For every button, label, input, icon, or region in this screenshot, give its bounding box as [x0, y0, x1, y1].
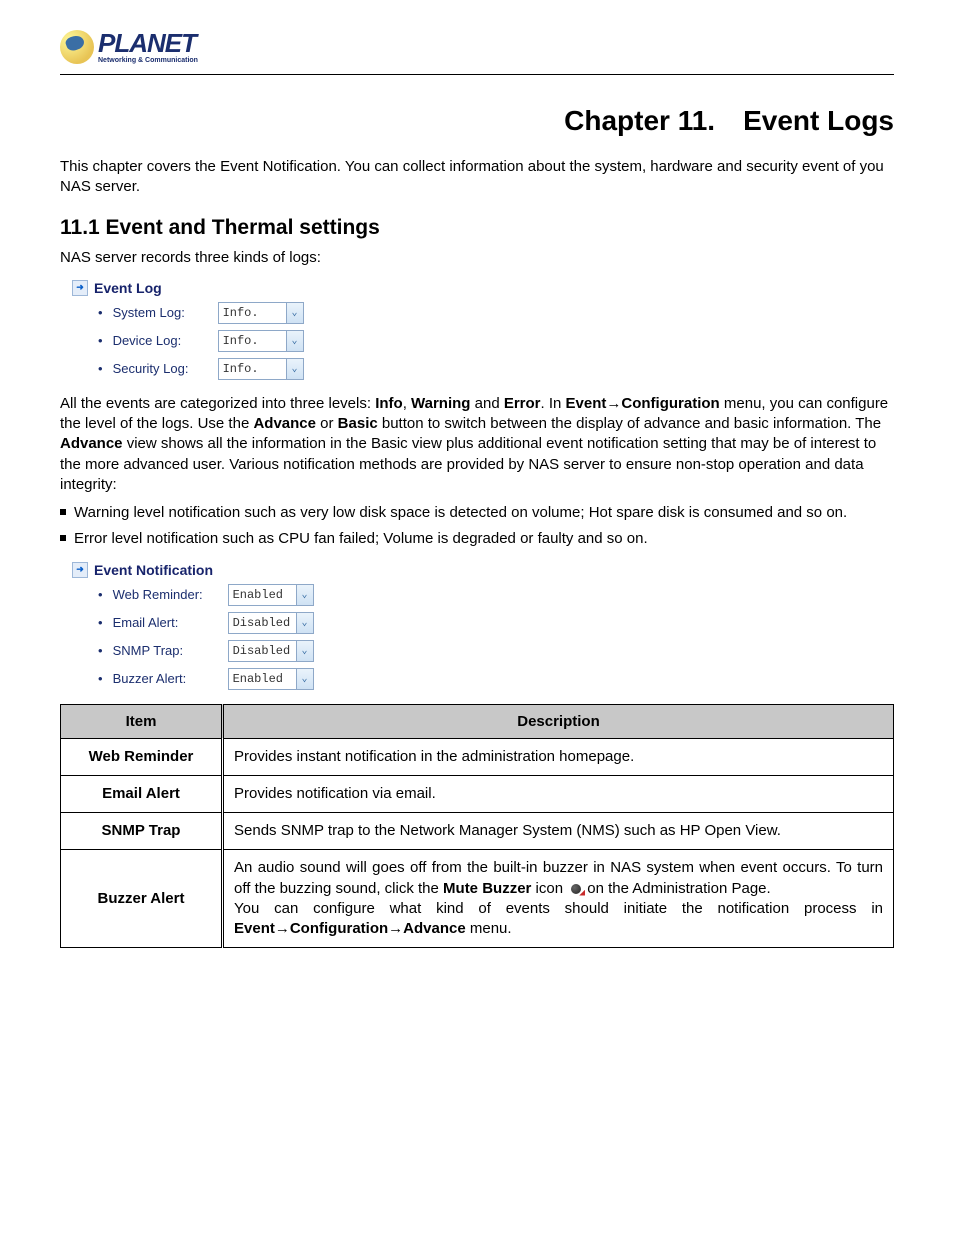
event-log-title-text: Event Log: [94, 280, 162, 296]
logo-globe-icon: [60, 30, 94, 64]
web-reminder-select[interactable]: Enabled ⌄: [228, 584, 314, 606]
levels-paragraph: All the events are categorized into thre…: [60, 394, 894, 495]
cell-item: Web Reminder: [61, 738, 223, 775]
system-log-label: System Log:: [113, 305, 218, 320]
system-log-value: Info.: [219, 306, 286, 320]
bullet-warning: Warning level notification such as very …: [60, 503, 894, 523]
logo: PLANET Networking & Communication: [60, 30, 894, 64]
system-log-select[interactable]: Info. ⌄: [218, 302, 304, 324]
web-reminder-value: Enabled: [229, 588, 296, 602]
arrow-box-icon: ➜: [72, 562, 88, 578]
bullet-error: Error level notification such as CPU fan…: [60, 529, 894, 549]
email-alert-row: Email Alert: Disabled ⌄: [112, 612, 352, 634]
device-log-label: Device Log:: [113, 333, 218, 348]
cell-desc: Sends SNMP trap to the Network Manager S…: [223, 813, 894, 850]
event-notification-title-text: Event Notification: [94, 562, 213, 578]
device-log-value: Info.: [219, 334, 286, 348]
intro-paragraph: This chapter covers the Event Notificati…: [60, 157, 894, 198]
buzzer-alert-row: Buzzer Alert: Enabled ⌄: [112, 668, 352, 690]
security-log-select[interactable]: Info. ⌄: [218, 358, 304, 380]
cell-desc: Provides instant notification in the adm…: [223, 738, 894, 775]
email-alert-select[interactable]: Disabled ⌄: [228, 612, 314, 634]
email-alert-value: Disabled: [229, 616, 296, 630]
chapter-name: Event Logs: [743, 105, 894, 136]
page-header: PLANET Networking & Communication: [60, 30, 894, 75]
chevron-down-icon: ⌄: [286, 359, 303, 379]
chevron-down-icon: ⌄: [296, 641, 313, 661]
buzzer-alert-label: Buzzer Alert:: [113, 671, 228, 686]
th-description: Description: [223, 704, 894, 738]
mute-buzzer-icon: [569, 882, 585, 896]
description-table: Item Description Web Reminder Provides i…: [60, 704, 894, 949]
table-row: Email Alert Provides notification via em…: [61, 775, 894, 812]
web-reminder-row: Web Reminder: Enabled ⌄: [112, 584, 352, 606]
chevron-down-icon: ⌄: [286, 303, 303, 323]
snmp-trap-value: Disabled: [229, 644, 296, 658]
web-reminder-label: Web Reminder:: [113, 587, 228, 602]
buzzer-alert-value: Enabled: [229, 672, 296, 686]
device-log-select[interactable]: Info. ⌄: [218, 330, 304, 352]
arrow-box-icon: ➜: [72, 280, 88, 296]
event-log-panel: ➜ Event Log System Log: Info. ⌄ Device L…: [72, 280, 332, 380]
table-row: SNMP Trap Sends SNMP trap to the Network…: [61, 813, 894, 850]
chapter-title: Chapter 11. Event Logs: [60, 105, 894, 137]
table-row: Web Reminder Provides instant notificati…: [61, 738, 894, 775]
device-log-row: Device Log: Info. ⌄: [112, 330, 332, 352]
cell-desc-buzzer: An audio sound will goes off from the bu…: [223, 850, 894, 948]
chevron-down-icon: ⌄: [296, 669, 313, 689]
th-item: Item: [61, 704, 223, 738]
buzzer-alert-select[interactable]: Enabled ⌄: [228, 668, 314, 690]
security-log-value: Info.: [219, 362, 286, 376]
logo-sub-text: Networking & Communication: [98, 57, 198, 64]
table-row: Buzzer Alert An audio sound will goes of…: [61, 850, 894, 948]
page: PLANET Networking & Communication Chapte…: [0, 0, 954, 1028]
cell-item: Buzzer Alert: [61, 850, 223, 948]
snmp-trap-row: SNMP Trap: Disabled ⌄: [112, 640, 352, 662]
cell-item: SNMP Trap: [61, 813, 223, 850]
security-log-label: Security Log:: [113, 361, 218, 376]
event-notification-panel: ➜ Event Notification Web Reminder: Enabl…: [72, 562, 352, 690]
chevron-down-icon: ⌄: [296, 613, 313, 633]
chevron-down-icon: ⌄: [286, 331, 303, 351]
section-11-1-title: 11.1 Event and Thermal settings: [60, 216, 894, 240]
system-log-row: System Log: Info. ⌄: [112, 302, 332, 324]
snmp-trap-label: SNMP Trap:: [113, 643, 228, 658]
cell-desc: Provides notification via email.: [223, 775, 894, 812]
event-notification-panel-title: ➜ Event Notification: [72, 562, 352, 578]
security-log-row: Security Log: Info. ⌄: [112, 358, 332, 380]
logo-main-text: PLANET: [98, 30, 198, 56]
email-alert-label: Email Alert:: [113, 615, 228, 630]
cell-item: Email Alert: [61, 775, 223, 812]
section-11-1-intro: NAS server records three kinds of logs:: [60, 248, 894, 268]
chevron-down-icon: ⌄: [296, 585, 313, 605]
snmp-trap-select[interactable]: Disabled ⌄: [228, 640, 314, 662]
event-log-panel-title: ➜ Event Log: [72, 280, 332, 296]
chapter-prefix: Chapter 11.: [564, 105, 715, 136]
